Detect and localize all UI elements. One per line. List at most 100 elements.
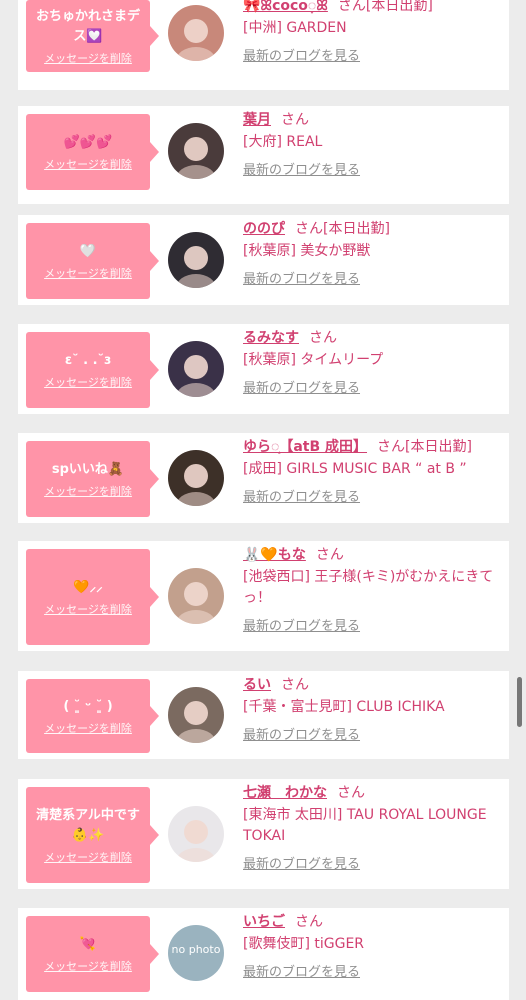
cast-name-link[interactable]: るみなす (243, 330, 299, 346)
message-text: 🤍 (79, 243, 97, 259)
shop-name: [千葉・富士見町] CLUB ICHIKA (243, 699, 445, 715)
latest-blog-link[interactable]: 最新のブログを見る (243, 268, 360, 287)
delete-message-link[interactable]: メッセージを削除 (44, 156, 132, 172)
cast-info: るみなす さん [秋葉原] タイムリープ 最新のブログを見る (243, 328, 501, 396)
avatar[interactable] (168, 568, 224, 624)
cast-name-line: るみなす さん (243, 328, 501, 348)
latest-blog-link[interactable]: 最新のブログを見る (243, 615, 360, 634)
avatar[interactable] (168, 806, 224, 862)
honorific-status: さん[本日出勤] (295, 221, 390, 237)
message-card: おちゅかれさまデス💟 メッセージを削除 🎀ꕤcoco◌͙ꕤ さん[本日出勤] [中洲] … (18, 0, 509, 90)
latest-blog-link[interactable]: 最新のブログを見る (243, 961, 360, 980)
avatar[interactable] (168, 5, 224, 61)
honorific-status: さん (281, 112, 309, 128)
message-card: 💘 メッセージを削除 no photo いちご さん [歌舞伎町] tiGGER 最新のブロ… (18, 908, 509, 1000)
cast-name-link[interactable]: 🎀ꕤcoco◌͙ꕤ (243, 0, 328, 14)
message-card: 🧡⸝⸝ メッセージを削除 🐰🧡もな さん [池袋西口] 王子様(キミ)がむかえにきてっ！… (18, 541, 509, 651)
cast-name-line: 🐰🧡もな さん (243, 545, 501, 565)
shop-name: [成田] GIRLS MUSIC BAR “ at B ” (243, 461, 467, 477)
latest-blog-link[interactable]: 最新のブログを見る (243, 45, 360, 64)
message-card: ɛ˘ . .˘ɜ メッセージを削除 るみなす さん [秋葉原] タイムリープ 最新のブログ… (18, 324, 509, 414)
shop-name: [大府] REAL (243, 134, 323, 150)
message-bubble: spいいね🧸 メッセージを削除 (26, 441, 159, 517)
shop-name: [秋葉原] タイムリープ (243, 352, 384, 368)
latest-blog-link[interactable]: 最新のブログを見る (243, 377, 360, 396)
honorific-status: さん[本日出勤] (337, 0, 433, 14)
avatar-photo (168, 806, 224, 862)
message-card: spいいね🧸 メッセージを削除 ゆら◌͙【atB 成田】 さん[本日出勤] [成田] G… (18, 433, 509, 523)
avatar[interactable] (168, 450, 224, 506)
delete-message-link[interactable]: メッセージを削除 (44, 601, 132, 617)
delete-message-link[interactable]: メッセージを削除 (44, 958, 132, 974)
cast-name-line: 葉月 さん (243, 110, 501, 130)
message-text: ( ˘͈ ᵕ ˘͈ ) (63, 698, 113, 714)
avatar[interactable] (168, 341, 224, 397)
cast-info: るい さん [千葉・富士見町] CLUB ICHIKA 最新のブログを見る (243, 675, 501, 743)
message-text: spいいね🧸 (51, 461, 125, 477)
cast-name-line: るい さん (243, 675, 501, 695)
avatar[interactable] (168, 123, 224, 179)
avatar[interactable]: no photo (168, 925, 224, 981)
message-card: 清楚系アル中です👶✨ メッセージを削除 七瀬 わかな さん [東海市 太田川] TAU … (18, 779, 509, 889)
avatar-photo (168, 450, 224, 506)
cast-info: いちご さん [歌舞伎町] tiGGER 最新のブログを見る (243, 912, 501, 980)
avatar-photo (168, 232, 224, 288)
cast-info: 七瀬 わかな さん [東海市 太田川] TAU ROYAL LOUNGE TOKAI… (243, 783, 501, 872)
avatar[interactable] (168, 687, 224, 743)
shop-name: [中洲] GARDEN (243, 20, 347, 36)
honorific-status: さん (315, 547, 344, 563)
message-bubble: ( ˘͈ ᵕ ˘͈ ) メッセージを削除 (26, 679, 159, 753)
no-photo-label: no photo (171, 943, 221, 956)
cast-name-line: ののぴ さん[本日出勤] (243, 219, 501, 239)
shop-name: [池袋西口] 王子様(キミ)がむかえにきてっ！ (243, 569, 494, 606)
message-text: おちゅかれさまデス💟 (35, 8, 140, 44)
cast-info: ゆら◌͙【atB 成田】 さん[本日出勤] [成田] GIRLS MUSIC BAR… (243, 437, 501, 505)
avatar[interactable] (168, 232, 224, 288)
scrollbar[interactable] (517, 677, 522, 727)
delete-message-link[interactable]: メッセージを削除 (44, 374, 132, 390)
avatar-photo (168, 5, 224, 61)
latest-blog-link[interactable]: 最新のブログを見る (243, 486, 360, 505)
honorific-status: さん (281, 677, 309, 693)
delete-message-link[interactable]: メッセージを削除 (44, 849, 132, 865)
delete-message-link[interactable]: メッセージを削除 (44, 50, 132, 66)
latest-blog-link[interactable]: 最新のブログを見る (243, 159, 360, 178)
cast-info: 🎀ꕤcoco◌͙ꕤ さん[本日出勤] [中洲] GARDEN 最新のブログを見る (243, 0, 501, 64)
cast-name-link[interactable]: 🐰🧡もな (243, 547, 306, 563)
message-bubble: 💘 メッセージを削除 (26, 916, 159, 992)
message-bubble: 🤍 メッセージを削除 (26, 223, 159, 299)
cast-name-link[interactable]: 七瀬 わかな (243, 785, 327, 801)
shop-name: [東海市 太田川] TAU ROYAL LOUNGE TOKAI (243, 807, 487, 844)
latest-blog-link[interactable]: 最新のブログを見る (243, 853, 360, 872)
message-bubble: おちゅかれさまデス💟 メッセージを削除 (26, 0, 159, 72)
cast-name-link[interactable]: るい (243, 677, 271, 693)
cast-info: ののぴ さん[本日出勤] [秋葉原] 美女か野獣 最新のブログを見る (243, 219, 501, 287)
latest-blog-link[interactable]: 最新のブログを見る (243, 724, 360, 743)
honorific-status: さん[本日出勤] (377, 439, 472, 455)
delete-message-link[interactable]: メッセージを削除 (44, 720, 132, 736)
cast-name-link[interactable]: 葉月 (243, 112, 271, 128)
cast-name-line: 七瀬 わかな さん (243, 783, 501, 803)
cast-name-line: 🎀ꕤcoco◌͙ꕤ さん[本日出勤] (243, 0, 501, 16)
message-bubble: 💕💕💕 メッセージを削除 (26, 114, 159, 190)
message-text: 💕💕💕 (63, 134, 113, 150)
message-card: 🤍 メッセージを削除 ののぴ さん[本日出勤] [秋葉原] 美女か野獣 最新のブログを見る (18, 215, 509, 305)
avatar-photo (168, 568, 224, 624)
message-bubble: 清楚系アル中です👶✨ メッセージを削除 (26, 787, 159, 883)
message-bubble: ɛ˘ . .˘ɜ メッセージを削除 (26, 332, 159, 408)
message-text: 清楚系アル中です👶✨ (36, 807, 140, 843)
delete-message-link[interactable]: メッセージを削除 (44, 483, 132, 499)
cast-name-link[interactable]: いちご (243, 914, 285, 930)
cast-name-link[interactable]: ゆら◌͙【atB 成田】 (243, 439, 367, 455)
avatar-photo (168, 687, 224, 743)
message-text: 🧡⸝⸝ (73, 579, 103, 595)
message-card: ( ˘͈ ᵕ ˘͈ ) メッセージを削除 るい さん [千葉・富士見町] CLUB IC… (18, 671, 509, 759)
cast-name-link[interactable]: ののぴ (243, 221, 285, 237)
message-card: 💕💕💕 メッセージを削除 葉月 さん [大府] REAL 最新のブログを見る (18, 106, 509, 204)
honorific-status: さん (337, 785, 365, 801)
message-bubble: 🧡⸝⸝ メッセージを削除 (26, 549, 159, 645)
message-text: 💘 (79, 936, 97, 952)
cast-info: 葉月 さん [大府] REAL 最新のブログを見る (243, 110, 501, 178)
cast-name-line: ゆら◌͙【atB 成田】 さん[本日出勤] (243, 437, 501, 457)
delete-message-link[interactable]: メッセージを削除 (44, 265, 132, 281)
